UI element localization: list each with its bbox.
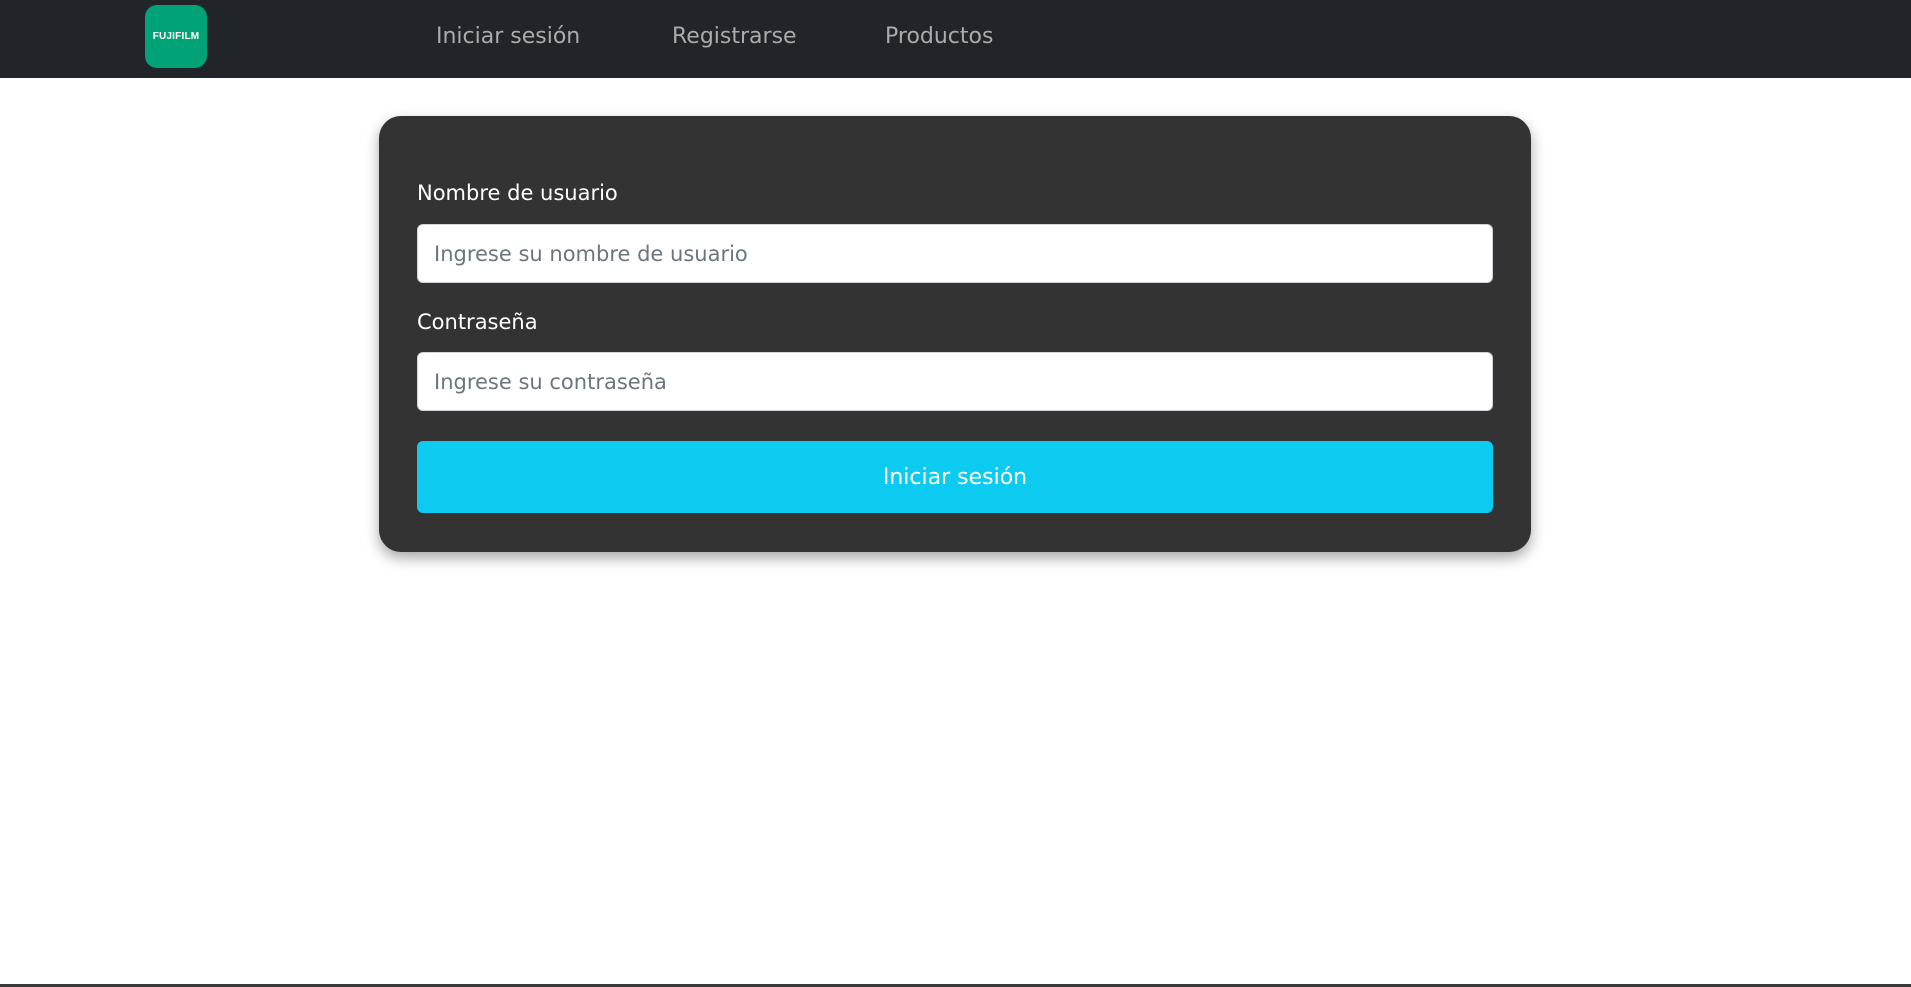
top-navbar: FUJIFILM Iniciar sesión Registrarse Prod… [0,0,1911,78]
login-submit-button[interactable]: Iniciar sesión [417,441,1493,513]
username-input[interactable] [417,224,1493,283]
password-label: Contraseña [417,310,538,334]
password-input[interactable] [417,352,1493,411]
login-card: Nombre de usuario Contraseña Iniciar ses… [379,116,1531,552]
logo-text: FUJIFILM [152,31,200,42]
username-label: Nombre de usuario [417,181,618,205]
nav-link-products[interactable]: Productos [885,22,993,52]
nav-link-login[interactable]: Iniciar sesión [436,22,580,52]
nav-link-register[interactable]: Registrarse [672,22,797,52]
fujifilm-logo[interactable]: FUJIFILM [145,5,207,68]
